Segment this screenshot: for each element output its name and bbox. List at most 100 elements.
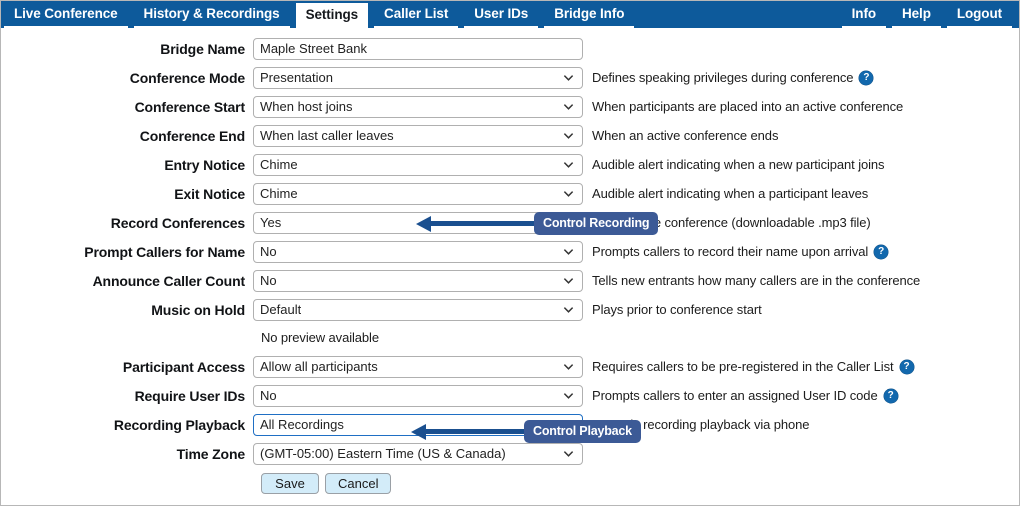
conference-mode-select[interactable]: Presentation [253, 67, 583, 89]
chevron-down-icon [563, 130, 574, 141]
desc-text: Audible alert indicating when a particip… [592, 186, 868, 201]
field-desc-conference-mode: Defines speaking privileges during confe… [583, 70, 873, 85]
time-zone-value: (GMT-05:00) Eastern Time (US & Canada) [260, 444, 506, 464]
nav-tab-bridge-info[interactable]: Bridge Info [544, 2, 634, 28]
settings-page: Live Conference History & Recordings Set… [0, 0, 1020, 506]
help-icon[interactable]: ? [884, 389, 898, 403]
nav-link-help[interactable]: Help [892, 2, 941, 28]
field-control-conference-start: When host joins [253, 96, 583, 118]
chevron-down-icon [563, 390, 574, 401]
field-row-announce-caller-count: Announce Caller Count No Tells new entra… [1, 266, 1019, 295]
field-label-music-on-hold: Music on Hold [1, 302, 253, 318]
field-desc-entry-notice: Audible alert indicating when a new part… [583, 157, 884, 172]
field-desc-require-user-ids: Prompts callers to enter an assigned Use… [583, 388, 898, 403]
prompt-callers-name-select[interactable]: No [253, 241, 583, 263]
chevron-down-icon [563, 448, 574, 459]
field-row-conference-start: Conference Start When host joins When pa… [1, 92, 1019, 121]
field-control-entry-notice: Chime [253, 154, 583, 176]
chevron-down-icon [563, 188, 574, 199]
save-button[interactable]: Save [261, 473, 319, 494]
desc-text: When participants are placed into an act… [592, 99, 903, 114]
participant-access-value: Allow all participants [260, 357, 378, 377]
field-desc-recording-playback: Controls recording playback via phone [583, 417, 809, 432]
participant-access-select[interactable]: Allow all participants [253, 356, 583, 378]
conference-end-select[interactable]: When last caller leaves [253, 125, 583, 147]
chevron-down-icon [563, 275, 574, 286]
field-desc-music-on-hold: Plays prior to conference start [583, 302, 762, 317]
nav-tab-user-ids[interactable]: User IDs [464, 2, 538, 28]
field-control-exit-notice: Chime [253, 183, 583, 205]
desc-text: Requires callers to be pre-registered in… [592, 359, 894, 374]
announce-caller-count-select[interactable]: No [253, 270, 583, 292]
field-desc-exit-notice: Audible alert indicating when a particip… [583, 186, 868, 201]
nav-tab-label: User IDs [474, 6, 528, 21]
nav-tab-settings[interactable]: Settings [296, 3, 368, 28]
field-label-conference-mode: Conference Mode [1, 70, 253, 86]
field-row-record-conferences: Record Conferences Yes Records the confe… [1, 208, 1019, 237]
recording-playback-select[interactable]: All Recordings [253, 414, 583, 436]
desc-text: Controls recording playback via phone [592, 417, 809, 432]
field-control-music-on-hold: Default [253, 299, 583, 321]
chevron-down-icon [563, 246, 574, 257]
help-icon[interactable]: ? [874, 245, 888, 259]
nav-link-info[interactable]: Info [842, 2, 886, 28]
nav-tab-caller-list[interactable]: Caller List [374, 2, 458, 28]
cancel-button[interactable]: Cancel [325, 473, 391, 494]
field-desc-announce-caller-count: Tells new entrants how many callers are … [583, 273, 920, 288]
conference-mode-value: Presentation [260, 68, 333, 88]
nav-tab-live-conference[interactable]: Live Conference [4, 2, 128, 28]
desc-text: Prompts callers to record their name upo… [592, 244, 868, 259]
exit-notice-value: Chime [260, 184, 298, 204]
desc-text: Records the conference (downloadable .mp… [592, 215, 871, 230]
desc-text: Prompts callers to enter an assigned Use… [592, 388, 878, 403]
field-label-conference-start: Conference Start [1, 99, 253, 115]
time-zone-select[interactable]: (GMT-05:00) Eastern Time (US & Canada) [253, 443, 583, 465]
field-desc-conference-end: When an active conference ends [583, 128, 778, 143]
exit-notice-select[interactable]: Chime [253, 183, 583, 205]
record-conferences-select[interactable]: Yes [253, 212, 583, 234]
chevron-down-icon [563, 304, 574, 315]
field-control-bridge-name [253, 38, 583, 60]
field-desc-prompt-callers-name: Prompts callers to record their name upo… [583, 244, 888, 259]
nav-tab-history-recordings[interactable]: History & Recordings [134, 2, 290, 28]
chevron-down-icon [563, 159, 574, 170]
nav-tab-label: Caller List [384, 6, 448, 21]
record-conferences-value: Yes [260, 213, 281, 233]
nav-link-logout[interactable]: Logout [947, 2, 1012, 28]
field-control-recording-playback: All Recordings [253, 414, 583, 436]
field-label-conference-end: Conference End [1, 128, 253, 144]
field-label-prompt-callers-name: Prompt Callers for Name [1, 244, 253, 260]
field-control-require-user-ids: No [253, 385, 583, 407]
music-on-hold-select[interactable]: Default [253, 299, 583, 321]
field-control-record-conferences: Yes [253, 212, 583, 234]
help-icon[interactable]: ? [859, 71, 873, 85]
nav-tab-label: Live Conference [14, 6, 118, 21]
field-control-announce-caller-count: No [253, 270, 583, 292]
form-action-buttons: Save Cancel [1, 473, 1019, 494]
field-row-recording-playback: Recording Playback All Recordings Contro… [1, 410, 1019, 439]
field-row-conference-end: Conference End When last caller leaves W… [1, 121, 1019, 150]
field-label-participant-access: Participant Access [1, 359, 253, 375]
conference-start-value: When host joins [260, 97, 353, 117]
field-row-time-zone: Time Zone (GMT-05:00) Eastern Time (US &… [1, 439, 1019, 468]
desc-text: Audible alert indicating when a new part… [592, 157, 884, 172]
settings-form: Bridge Name Conference Mode Presentation… [1, 28, 1019, 494]
field-desc-record-conferences: Records the conference (downloadable .mp… [583, 215, 871, 230]
field-desc-conference-start: When participants are placed into an act… [583, 99, 903, 114]
entry-notice-value: Chime [260, 155, 298, 175]
nav-tab-label: Bridge Info [554, 6, 624, 21]
bridge-name-input[interactable] [253, 38, 583, 60]
nav-link-label: Help [902, 6, 931, 21]
field-label-record-conferences: Record Conferences [1, 215, 253, 231]
field-row-exit-notice: Exit Notice Chime Audible alert indicati… [1, 179, 1019, 208]
require-user-ids-select[interactable]: No [253, 385, 583, 407]
nav-tab-label: History & Recordings [144, 6, 280, 21]
field-label-exit-notice: Exit Notice [1, 186, 253, 202]
desc-text: Defines speaking privileges during confe… [592, 70, 853, 85]
require-user-ids-value: No [260, 386, 277, 406]
help-icon[interactable]: ? [900, 360, 914, 374]
navbar-primary-tabs: Live Conference History & Recordings Set… [1, 1, 637, 28]
conference-start-select[interactable]: When host joins [253, 96, 583, 118]
field-row-conference-mode: Conference Mode Presentation Defines spe… [1, 63, 1019, 92]
entry-notice-select[interactable]: Chime [253, 154, 583, 176]
